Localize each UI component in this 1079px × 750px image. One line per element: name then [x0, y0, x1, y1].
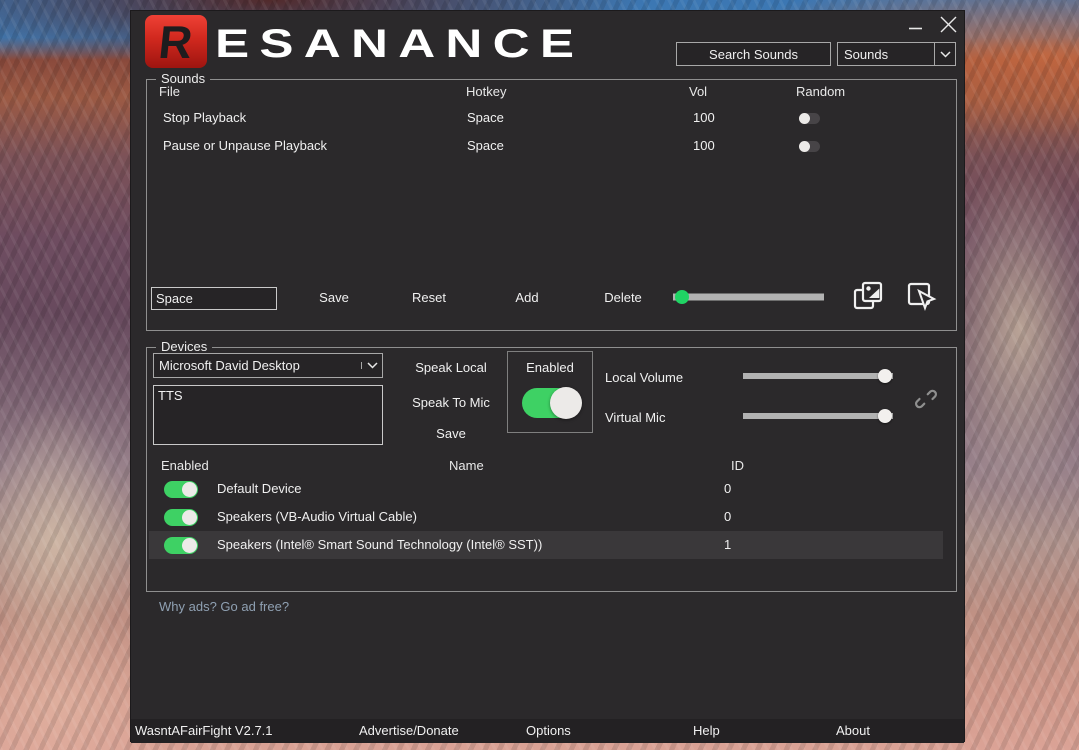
slider-track[interactable] — [673, 294, 824, 301]
app-logo-badge: R — [145, 15, 207, 68]
save-button[interactable]: Save — [304, 289, 364, 307]
device-enabled-toggle[interactable] — [164, 537, 198, 554]
app-brand-text: ESANANCE — [215, 22, 584, 66]
sound-hotkey: Space — [467, 104, 504, 132]
sounds-col-random: Random — [796, 84, 845, 99]
go-ad-free-link[interactable]: Why ads? Go ad free? — [159, 599, 289, 614]
sound-category-dropdown[interactable]: Sounds — [837, 42, 956, 66]
sound-row[interactable]: Stop Playback Space 100 — [151, 104, 941, 132]
chevron-down-icon — [934, 43, 955, 65]
device-enabled-toggle[interactable] — [164, 481, 198, 498]
toggle-knob — [550, 387, 582, 419]
sound-vol: 100 — [693, 104, 715, 132]
local-volume-slider[interactable] — [743, 368, 893, 384]
slider-knob[interactable] — [878, 369, 892, 383]
sound-vol: 100 — [693, 132, 715, 160]
sound-volume-slider[interactable] — [673, 289, 824, 305]
speak-to-mic-button[interactable]: Speak To Mic — [396, 394, 506, 412]
sound-row[interactable]: Pause or Unpause Playback Space 100 — [151, 132, 941, 160]
device-id: 1 — [724, 531, 731, 559]
virtual-mic-label: Virtual Mic — [605, 410, 665, 425]
virtual-mic-slider[interactable] — [743, 408, 893, 424]
options-link[interactable]: Options — [526, 723, 571, 738]
tts-save-button[interactable]: Save — [396, 425, 506, 443]
random-toggle[interactable] — [799, 141, 820, 152]
delete-button[interactable]: Delete — [593, 289, 653, 307]
device-row[interactable]: Speakers (Intel® Smart Sound Technology … — [149, 531, 943, 559]
device-id: 0 — [724, 475, 731, 503]
slider-knob[interactable] — [675, 290, 689, 304]
device-name: Speakers (Intel® Smart Sound Technology … — [217, 531, 542, 559]
sound-category-value: Sounds — [838, 47, 934, 62]
close-icon — [940, 16, 957, 33]
search-sounds-button[interactable]: Search Sounds — [676, 42, 831, 66]
device-name: Default Device — [217, 475, 302, 503]
app-window: R ESANANCE Search Sounds Sounds Sounds F… — [130, 10, 965, 742]
toggle-knob — [182, 538, 197, 553]
sound-hotkey: Space — [467, 132, 504, 160]
devices-col-name: Name — [449, 458, 484, 473]
device-enabled-toggle[interactable] — [164, 509, 198, 526]
toggle-knob — [182, 510, 197, 525]
slider-knob[interactable] — [878, 409, 892, 423]
sound-file: Pause or Unpause Playback — [163, 132, 327, 160]
add-button[interactable]: Add — [497, 289, 557, 307]
copy-sound-button[interactable] — [851, 279, 885, 313]
toggle-knob — [799, 141, 810, 152]
footer-bar: WasntAFairFight V2.7.1 Advertise/Donate … — [131, 719, 964, 743]
sounds-col-vol: Vol — [689, 84, 707, 99]
copy-image-icon — [851, 279, 885, 313]
toggle-knob — [799, 113, 810, 124]
devices-col-enabled: Enabled — [161, 458, 209, 473]
help-link[interactable]: Help — [693, 723, 720, 738]
slider-track[interactable] — [743, 413, 893, 419]
toggle-knob — [182, 482, 197, 497]
speak-local-button[interactable]: Speak Local — [396, 359, 506, 377]
search-sounds-label: Search Sounds — [709, 47, 798, 62]
hotkey-input[interactable] — [151, 287, 277, 310]
select-sound-button[interactable] — [906, 281, 938, 315]
tts-voice-dropdown[interactable]: Microsoft David Desktop — [153, 353, 383, 378]
chevron-down-icon — [361, 362, 382, 369]
device-id: 0 — [724, 503, 731, 531]
devices-col-id: ID — [731, 458, 744, 473]
reset-button[interactable]: Reset — [399, 289, 459, 307]
local-volume-label: Local Volume — [605, 370, 683, 385]
slider-track[interactable] — [743, 373, 893, 379]
tts-voice-value: Microsoft David Desktop — [154, 358, 361, 373]
device-row[interactable]: Speakers (VB-Audio Virtual Cable) 0 — [149, 503, 943, 531]
tts-text-input[interactable]: TTS — [153, 385, 383, 445]
close-button[interactable] — [934, 13, 962, 35]
cursor-select-icon — [906, 281, 938, 315]
tts-enabled-toggle[interactable] — [522, 388, 580, 418]
random-toggle[interactable] — [799, 113, 820, 124]
minimize-button[interactable] — [901, 17, 929, 39]
enabled-panel: Enabled — [507, 351, 593, 433]
enabled-label: Enabled — [508, 360, 592, 375]
sound-file: Stop Playback — [163, 104, 246, 132]
broken-link-icon — [911, 384, 941, 414]
logo-r-glyph: R — [157, 19, 195, 65]
sounds-col-file: File — [159, 84, 180, 99]
device-row[interactable]: Default Device 0 — [149, 475, 943, 503]
device-name: Speakers (VB-Audio Virtual Cable) — [217, 503, 417, 531]
link-volumes-button[interactable] — [911, 384, 941, 414]
app-version: WasntAFairFight V2.7.1 — [135, 723, 273, 738]
about-link[interactable]: About — [836, 723, 870, 738]
devices-group-title: Devices — [156, 339, 212, 354]
advertise-donate-link[interactable]: Advertise/Donate — [359, 723, 459, 738]
sounds-col-hotkey: Hotkey — [466, 84, 506, 99]
minimize-icon — [909, 27, 922, 30]
